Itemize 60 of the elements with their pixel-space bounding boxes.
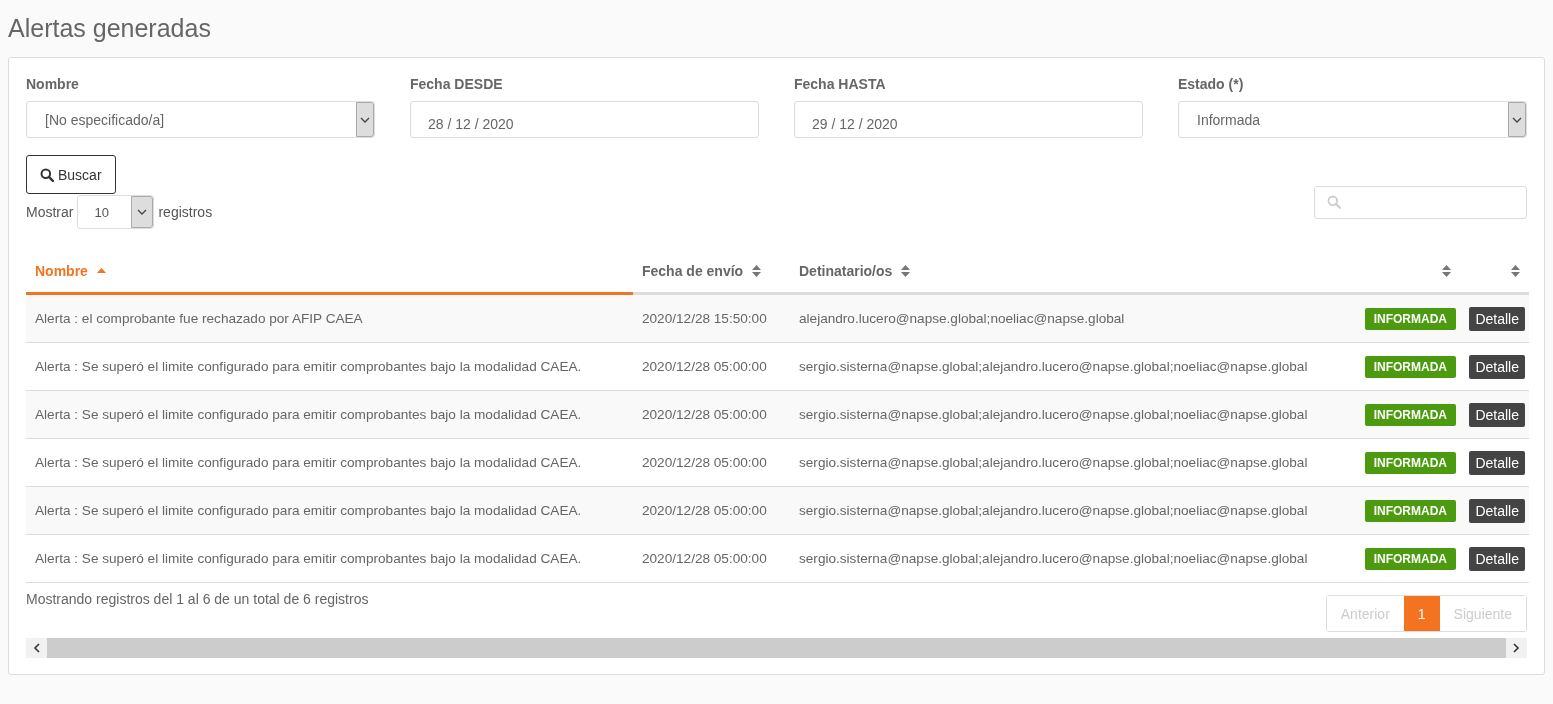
date-field[interactable]: 28 / 12 / 2020 — [410, 101, 759, 138]
field-label: Nombre — [26, 76, 79, 92]
detail-button[interactable]: Detalle — [1469, 498, 1525, 523]
detail-button[interactable]: Detalle — [1469, 546, 1525, 571]
table-cell: 2020/12/28 05:00:00 — [642, 359, 767, 374]
table-cell: sergio.sisterna@napse.global;alejandro.lucero@napse.global;noeliac@napse.global — [799, 407, 1308, 422]
scroll-right-icon[interactable] — [1513, 643, 1520, 653]
table-cell: Alerta : Se superó el limite configurado para emitir comprobantes bajo la modalidad CAEA. — [35, 359, 582, 374]
show-label: Mostrar — [26, 204, 74, 220]
detail-button[interactable]: Detalle — [1469, 306, 1525, 331]
table-cell: 2020/12/28 05:00:00 — [642, 455, 767, 470]
page-title: Alertas generadas — [8, 14, 212, 43]
sort-ascending-icon[interactable] — [96, 268, 106, 273]
search-icon — [40, 167, 54, 182]
sort-icon[interactable] — [1442, 264, 1451, 277]
select-field[interactable]: [No especificado/a] — [26, 101, 375, 138]
scrollbar-thumb[interactable] — [47, 638, 1506, 658]
table-cell: sergio.sisterna@napse.global;alejandro.lucero@napse.global;noeliac@napse.global — [799, 503, 1308, 518]
select-field[interactable]: Informada — [1178, 101, 1527, 138]
sort-icon[interactable] — [901, 264, 911, 277]
sort-icon[interactable] — [1511, 264, 1520, 277]
scroll-left-icon[interactable] — [33, 643, 40, 653]
caret-icon — [1512, 116, 1522, 123]
table-cell: Alerta : el comprobante fue rechazado por AFIP CAEA — [35, 311, 363, 326]
sort-icon[interactable] — [752, 264, 762, 277]
status-badge: INFORMADA — [1364, 307, 1456, 330]
search-button[interactable]: Buscar — [26, 155, 116, 194]
table-cell: 2020/12/28 05:00:00 — [642, 503, 767, 518]
column-header[interactable]: Detinatario/os — [799, 262, 893, 279]
detail-button[interactable]: Detalle — [1469, 450, 1525, 475]
search-icon — [1327, 195, 1341, 209]
table-cell: Alerta : Se superó el limite configurado para emitir comprobantes bajo la modalidad CAEA. — [35, 503, 582, 518]
detail-button[interactable]: Detalle — [1469, 402, 1525, 427]
status-badge: INFORMADA — [1364, 499, 1456, 522]
caret-icon — [360, 116, 370, 123]
table-info: Mostrando registros del 1 al 6 de un total de 6 registros — [26, 591, 369, 607]
table-search-field[interactable] — [1314, 185, 1527, 219]
status-badge: INFORMADA — [1364, 547, 1456, 570]
status-badge: INFORMADA — [1364, 403, 1456, 426]
table-cell: Alerta : Se superó el limite configurado para emitir comprobantes bajo la modalidad CAEA. — [35, 455, 582, 470]
field-label: Fecha HASTA — [794, 76, 886, 92]
field-label: Fecha DESDE — [410, 76, 503, 92]
table-cell: alejandro.lucero@napse.global;noeliac@napse.global — [799, 311, 1125, 326]
page-length-select[interactable]: 10 — [77, 195, 155, 229]
caret-icon — [137, 209, 148, 215]
records-label: registros — [158, 204, 213, 220]
table-cell: 2020/12/28 15:50:00 — [642, 311, 767, 326]
status-badge: INFORMADA — [1364, 355, 1456, 378]
table-cell: Alerta : Se superó el limite configurado para emitir comprobantes bajo la modalidad CAEA. — [35, 407, 582, 422]
detail-button[interactable]: Detalle — [1469, 354, 1525, 379]
table-cell: sergio.sisterna@napse.global;alejandro.lucero@napse.global;noeliac@napse.global — [799, 551, 1308, 566]
table-cell: Alerta : Se superó el limite configurado para emitir comprobantes bajo la modalidad CAEA. — [35, 551, 582, 566]
status-badge: INFORMADA — [1364, 451, 1456, 474]
table-cell: 2020/12/28 05:00:00 — [642, 551, 767, 566]
table-cell: sergio.sisterna@napse.global;alejandro.lucero@napse.global;noeliac@napse.global — [799, 455, 1308, 470]
date-field[interactable]: 29 / 12 / 2020 — [794, 101, 1143, 138]
table-cell: 2020/12/28 05:00:00 — [642, 407, 767, 422]
field-label: Estado (*) — [1178, 76, 1244, 92]
table-cell: sergio.sisterna@napse.global;alejandro.lucero@napse.global;noeliac@napse.global — [799, 359, 1308, 374]
column-header[interactable]: Fecha de envío — [642, 262, 744, 279]
